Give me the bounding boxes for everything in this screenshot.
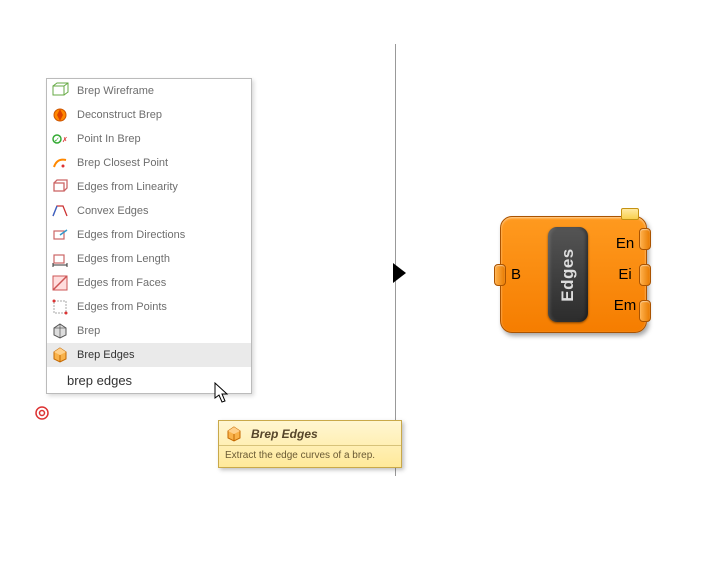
menu-item-convex-edges[interactable]: Convex Edges xyxy=(47,199,251,223)
menu-item-edges-length[interactable]: Edges from Length xyxy=(47,247,251,271)
menu-item-label: Point In Brep xyxy=(77,133,141,145)
tooltip-title: Brep Edges xyxy=(251,427,318,441)
edges-linearity-icon xyxy=(51,178,69,196)
divider-arrow-icon xyxy=(393,263,406,283)
node-output-label-1: En xyxy=(616,235,634,252)
menu-item-label: Edges from Directions xyxy=(77,229,185,241)
node-output-grip-2[interactable] xyxy=(639,264,651,286)
edges-faces-icon xyxy=(51,274,69,292)
node-output-label-3: Em xyxy=(614,297,637,314)
menu-item-edges-points[interactable]: Edges from Points xyxy=(47,295,251,319)
placement-target-icon xyxy=(34,405,50,421)
component-tooltip: Brep Edges Extract the edge curves of a … xyxy=(218,420,402,468)
menu-item-label: Brep xyxy=(77,325,100,337)
node-warning-badge-icon xyxy=(621,208,639,220)
menu-item-brep[interactable]: Brep xyxy=(47,319,251,343)
brep-edges-icon xyxy=(225,425,243,443)
brep-edges-icon xyxy=(51,346,69,364)
menu-item-edges-faces[interactable]: Edges from Faces xyxy=(47,271,251,295)
point-in-brep-icon: ✓✗ xyxy=(51,130,69,148)
menu-item-brep-edges[interactable]: Brep Edges xyxy=(47,343,251,367)
menu-item-brep-closest-point[interactable]: Brep Closest Point xyxy=(47,151,251,175)
node-center-label: Edges xyxy=(558,248,578,302)
edges-length-icon xyxy=(51,250,69,268)
edges-points-icon xyxy=(51,298,69,316)
menu-item-label: Brep Wireframe xyxy=(77,85,154,97)
node-center-pill: Edges xyxy=(548,227,588,322)
edges-directions-icon xyxy=(51,226,69,244)
menu-item-label: Edges from Points xyxy=(77,301,167,313)
menu-item-label: Deconstruct Brep xyxy=(77,109,162,121)
closest-point-icon xyxy=(51,154,69,172)
brep-icon xyxy=(51,322,69,340)
menu-item-label: Edges from Length xyxy=(77,253,170,265)
deconstruct-icon xyxy=(51,106,69,124)
node-output-label-2: Ei xyxy=(618,266,631,283)
node-input-label: B xyxy=(511,266,521,283)
brep-edges-node[interactable]: B Edges En Ei Em xyxy=(500,216,645,333)
search-row xyxy=(47,367,251,393)
menu-item-label: Convex Edges xyxy=(77,205,149,217)
menu-item-edges-linearity[interactable]: Edges from Linearity xyxy=(47,175,251,199)
node-input-grip[interactable] xyxy=(494,264,506,286)
menu-item-label: Brep Closest Point xyxy=(77,157,168,169)
node-output-grip-1[interactable] xyxy=(639,228,651,250)
wireframe-icon xyxy=(51,82,69,100)
svg-text:✓: ✓ xyxy=(54,137,60,144)
menu-item-brep-wireframe[interactable]: Brep Wireframe xyxy=(47,79,251,103)
node-output-grip-3[interactable] xyxy=(639,300,651,322)
menu-item-label: Brep Edges xyxy=(77,349,134,361)
component-search-popup: Brep Wireframe Deconstruct Brep ✓✗ Point… xyxy=(46,78,252,394)
canvas-divider xyxy=(395,44,396,476)
menu-item-label: Edges from Faces xyxy=(77,277,166,289)
convex-edges-icon xyxy=(51,202,69,220)
menu-item-edges-directions[interactable]: Edges from Directions xyxy=(47,223,251,247)
menu-item-label: Edges from Linearity xyxy=(77,181,178,193)
tooltip-body: Extract the edge curves of a brep. xyxy=(219,445,401,467)
menu-item-point-in-brep[interactable]: ✓✗ Point In Brep xyxy=(47,127,251,151)
menu-item-deconstruct-brep[interactable]: Deconstruct Brep xyxy=(47,103,251,127)
svg-text:✗: ✗ xyxy=(62,136,68,144)
component-search-input[interactable] xyxy=(65,372,245,389)
